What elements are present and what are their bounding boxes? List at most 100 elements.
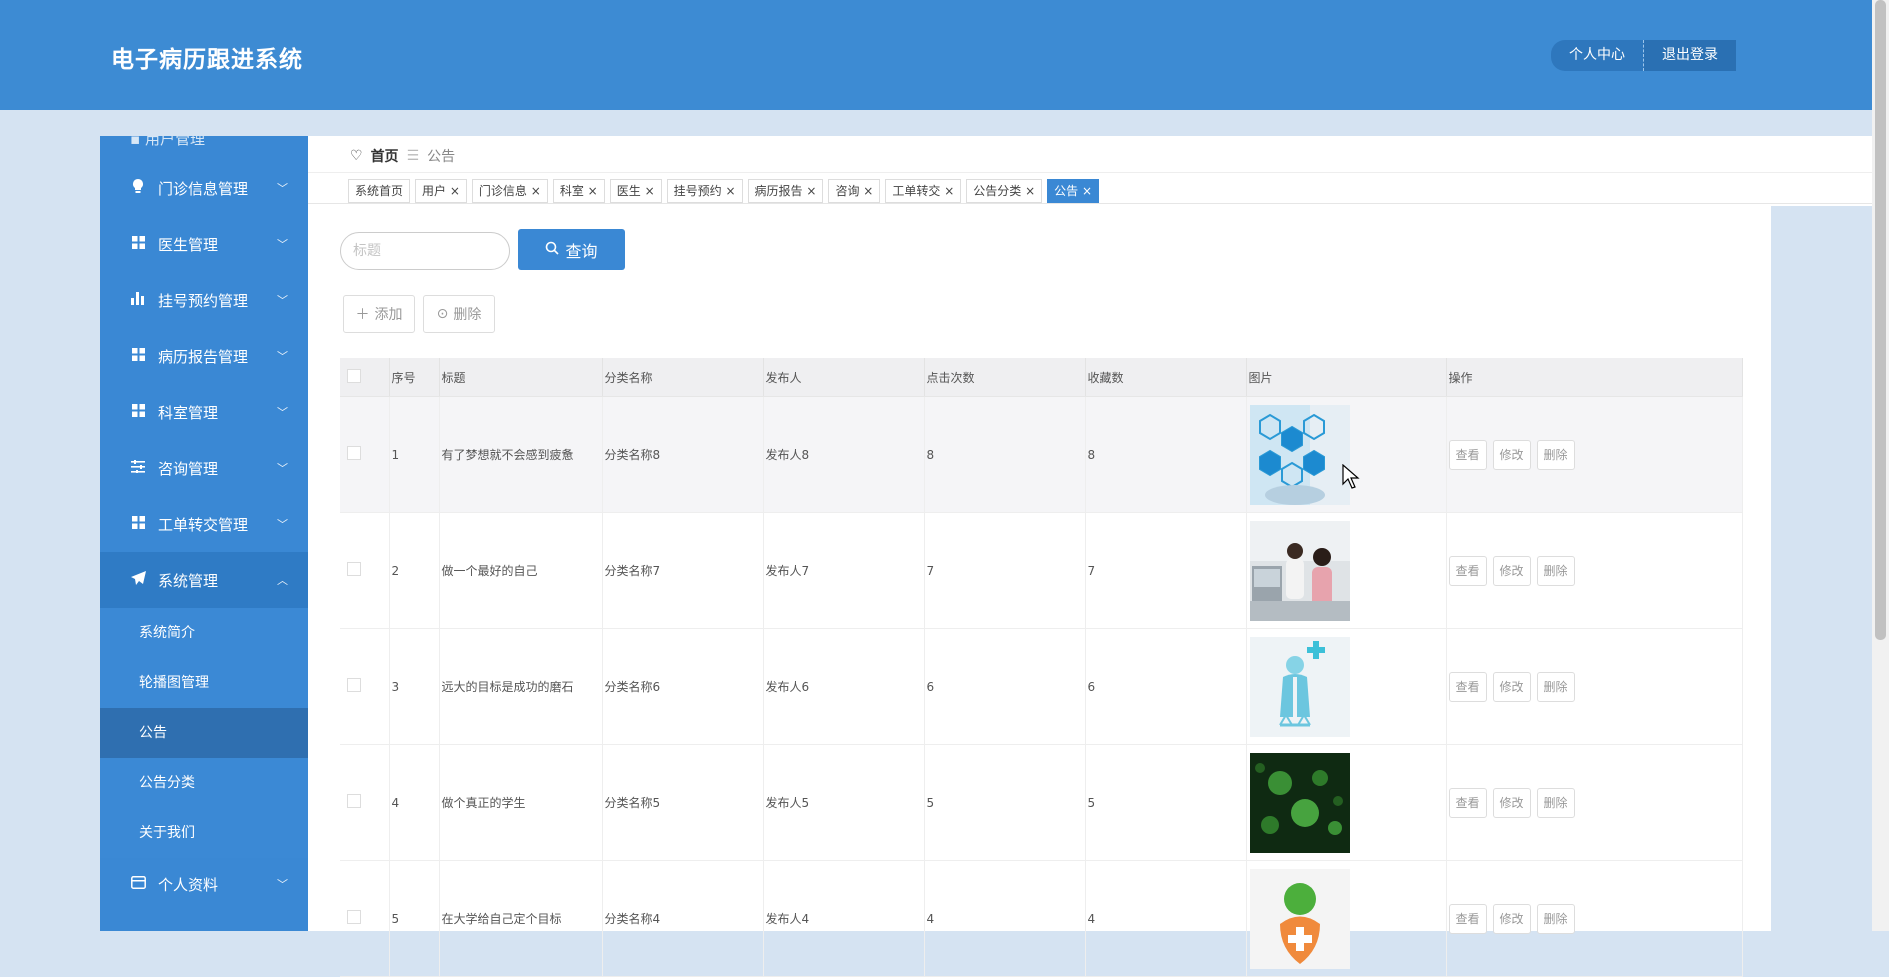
edit-button[interactable]: 修改 (1492, 439, 1531, 470)
sidebar-item-profile[interactable]: 个人资料 ﹀ (100, 856, 308, 912)
cell-clicks: 6 (924, 628, 1086, 745)
add-button[interactable]: ＋ 添加 (343, 295, 415, 333)
column-header: 分类名称 (602, 358, 764, 397)
view-button[interactable]: 查看 (1448, 439, 1487, 470)
sidebar-item-work-order[interactable]: 工单转交管理 ﹀ (100, 496, 308, 552)
sidebar-item-doctor[interactable]: 医生管理 ﹀ (100, 216, 308, 272)
column-header: 收藏数 (1085, 358, 1247, 397)
close-icon: × (530, 184, 541, 198)
row-checkbox[interactable] (347, 562, 361, 576)
tab-home[interactable]: 系统首页 (348, 179, 411, 203)
sidebar-subitem-intro[interactable]: 系统简介 (100, 608, 308, 658)
tab-notice-category[interactable]: 公告分类 × (966, 179, 1043, 203)
view-button[interactable]: 查看 (1448, 555, 1487, 586)
column-header: 图片 (1246, 358, 1447, 397)
tab-appointment[interactable]: 挂号预约 × (666, 179, 743, 203)
cell-favorites: 4 (1085, 860, 1247, 977)
select-all-checkbox[interactable] (347, 368, 361, 383)
tab-medical-report[interactable]: 病历报告 × (747, 179, 824, 203)
sidebar-subitem-notice[interactable]: 公告 (100, 708, 308, 758)
grid-icon (130, 403, 146, 421)
chevron-down-icon: ﹀ (277, 462, 288, 475)
table-row[interactable]: 1 有了梦想就不会感到疲惫 分类名称8 发布人8 8 8 查看 修改 删除 (340, 396, 1743, 513)
delete-button[interactable]: 删除 (1536, 555, 1575, 586)
top-actions: 个人中心 退出登录 (1551, 40, 1736, 71)
edit-button[interactable]: 修改 (1492, 555, 1531, 586)
close-icon: × (449, 184, 460, 198)
tab-notice[interactable]: 公告 × (1047, 179, 1100, 203)
breadcrumb-current: 公告 (427, 149, 456, 165)
cell-no: 4 (389, 744, 440, 861)
cell-category: 分类名称4 (602, 860, 764, 977)
cell-clicks: 8 (924, 396, 1086, 513)
cell-category: 分类名称8 (602, 396, 764, 513)
close-icon: × (1082, 184, 1093, 198)
logout-button[interactable]: 退出登录 (1644, 40, 1736, 71)
delete-button[interactable]: 删除 (1536, 903, 1575, 934)
edit-button[interactable]: 修改 (1492, 903, 1531, 934)
cell-clicks: 5 (924, 744, 1086, 861)
sidebar-item-consult[interactable]: 咨询管理 ﹀ (100, 440, 308, 496)
cell-favorites: 6 (1085, 628, 1247, 745)
tab-outpatient[interactable]: 门诊信息 × (471, 179, 548, 203)
sidebar: ▪ 用户管理 门诊信息管理 ﹀ 医生管理 ﹀ 挂号预约管理 ﹀ 病历报告管理 ﹀… (100, 136, 308, 931)
close-icon: × (863, 184, 874, 198)
page-scrollbar[interactable] (1872, 0, 1889, 931)
sidebar-subitem-carousel[interactable]: 轮播图管理 (100, 658, 308, 708)
sidebar-item-user-management-partial[interactable]: ▪ 用户管理 (130, 136, 205, 149)
table-row[interactable]: 5 在大学给自己定个目标 分类名称4 发布人4 4 4 查看 修改 删除 (340, 860, 1743, 977)
select-all-cell (340, 358, 390, 397)
sidebar-item-medical-report[interactable]: 病历报告管理 ﹀ (100, 328, 308, 384)
view-button[interactable]: 查看 (1448, 903, 1487, 934)
bar-chart-icon (130, 291, 146, 309)
scrollbar-thumb[interactable] (1875, 0, 1886, 640)
breadcrumb-home[interactable]: 首页 (371, 146, 399, 166)
personal-center-button[interactable]: 个人中心 (1551, 40, 1644, 71)
sidebar-item-outpatient[interactable]: 门诊信息管理 ﹀ (100, 160, 308, 216)
sidebar-item-appointment[interactable]: 挂号预约管理 ﹀ (100, 272, 308, 328)
edit-button[interactable]: 修改 (1492, 671, 1531, 702)
delete-button[interactable]: 删除 (1536, 787, 1575, 818)
column-header: 标题 (439, 358, 603, 397)
row-checkbox[interactable] (347, 446, 361, 460)
tab-department[interactable]: 科室 × (552, 179, 605, 203)
sidebar-item-system[interactable]: 系统管理 ︿ (100, 552, 308, 608)
cell-no: 1 (389, 396, 440, 513)
view-button[interactable]: 查看 (1448, 787, 1487, 818)
row-checkbox[interactable] (347, 910, 361, 924)
title-search-input[interactable] (340, 232, 510, 270)
content-margin (1771, 206, 1872, 931)
cell-title: 做个真正的学生 (439, 744, 603, 861)
row-checkbox[interactable] (347, 678, 361, 692)
doctor-illustration (1249, 636, 1350, 737)
tab-doctor[interactable]: 医生 × (609, 179, 662, 203)
sidebar-subitem-notice-category[interactable]: 公告分类 (100, 758, 308, 808)
table-row[interactable]: 2 做一个最好的自己 分类名称7 发布人7 7 7 查看 修改 删除 (340, 512, 1743, 629)
view-button[interactable]: 查看 (1448, 671, 1487, 702)
sidebar-subitem-about[interactable]: 关于我们 (100, 808, 308, 858)
tab-consult[interactable]: 咨询 × (828, 179, 881, 203)
batch-delete-button[interactable]: ⊙ 删除 (423, 295, 495, 333)
sliders-icon (130, 459, 146, 477)
delete-button[interactable]: 删除 (1536, 439, 1575, 470)
card-icon (130, 875, 146, 893)
table-row[interactable]: 4 做个真正的学生 分类名称5 发布人5 5 5 查看 修改 删除 (340, 744, 1743, 861)
lightbulb-icon (130, 178, 146, 198)
delete-button[interactable]: 删除 (1536, 671, 1575, 702)
cell-no: 5 (389, 860, 440, 977)
chevron-down-icon: ﹀ (277, 406, 288, 419)
query-button[interactable]: 查询 (518, 229, 625, 270)
tab-work-order[interactable]: 工单转交 × (885, 179, 962, 203)
edit-button[interactable]: 修改 (1492, 787, 1531, 818)
sidebar-item-department[interactable]: 科室管理 ﹀ (100, 384, 308, 440)
search-icon (545, 240, 560, 259)
tab-user[interactable]: 用户 × (415, 179, 467, 203)
row-checkbox[interactable] (347, 794, 361, 808)
health-heart-image (1249, 868, 1350, 969)
paper-plane-icon (130, 571, 146, 589)
cell-favorites: 8 (1085, 396, 1247, 513)
table-row[interactable]: 3 远大的目标是成功的磨石 分类名称6 发布人6 6 6 查看 修改 删除 (340, 628, 1743, 745)
top-bar: 电子病历跟进系统 个人中心 退出登录 (0, 0, 1872, 110)
cell-title: 远大的目标是成功的磨石 (439, 628, 603, 745)
cell-publisher: 发布人5 (763, 744, 925, 861)
